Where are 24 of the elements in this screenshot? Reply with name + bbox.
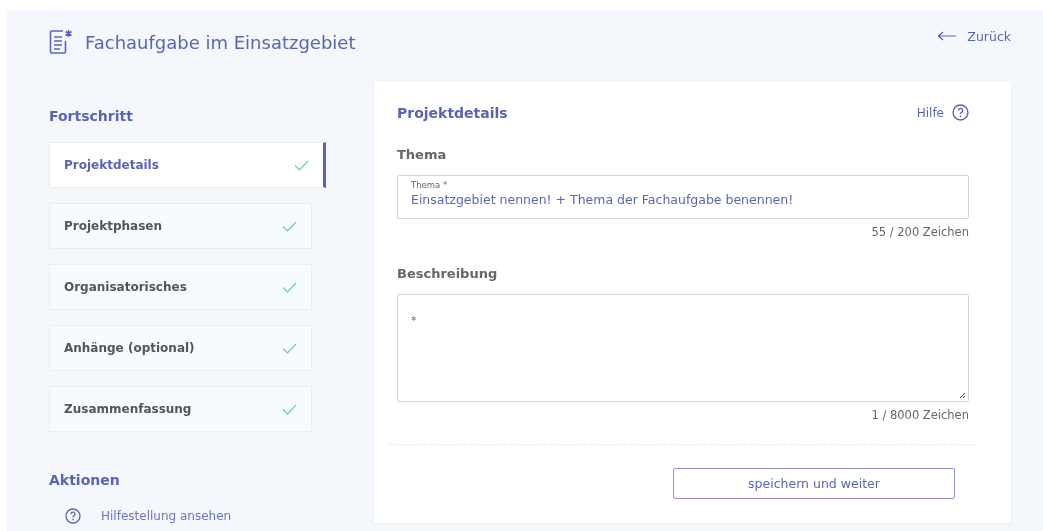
help-icon bbox=[65, 508, 81, 524]
character-counter: 55 / 200 Zeichen bbox=[870, 225, 969, 239]
help-link[interactable]: Hilfe bbox=[916, 104, 969, 121]
progress-step[interactable]: Zusammenfassung bbox=[49, 386, 312, 432]
document-icon bbox=[49, 29, 73, 55]
back-link[interactable]: Zurück bbox=[937, 28, 1011, 44]
resize-handle-icon[interactable] bbox=[959, 392, 966, 399]
save-and-continue-button[interactable]: speichern und weiter bbox=[673, 468, 955, 499]
description-field[interactable]: * bbox=[397, 294, 969, 402]
field-section-label: Thema bbox=[397, 147, 448, 162]
field-section-label: Beschreibung bbox=[397, 266, 499, 281]
help-link[interactable]: Hilfestellung ansehen bbox=[65, 508, 326, 524]
topic-field[interactable]: Thema * Einsatzgebiet nennen! + Thema der Fachaufgabe benennen! bbox=[397, 175, 969, 219]
page-title: Fachaufgabe im Einsatzgebiet bbox=[85, 31, 356, 53]
help-icon bbox=[952, 104, 969, 121]
character-counter: 1 / 8000 Zeichen bbox=[870, 408, 969, 422]
section-heading: Fortschritt bbox=[49, 108, 134, 124]
section-heading: Aktionen bbox=[49, 472, 121, 488]
progress-step[interactable]: Projektphasen bbox=[49, 203, 312, 249]
card-title: Projektdetails bbox=[397, 104, 508, 121]
progress-step[interactable]: Projektdetails bbox=[49, 142, 326, 188]
progress-step[interactable]: Organisatorisches bbox=[49, 264, 312, 310]
progress-step[interactable]: Anhänge (optional) bbox=[49, 325, 312, 371]
arrow-left-icon bbox=[937, 31, 958, 41]
